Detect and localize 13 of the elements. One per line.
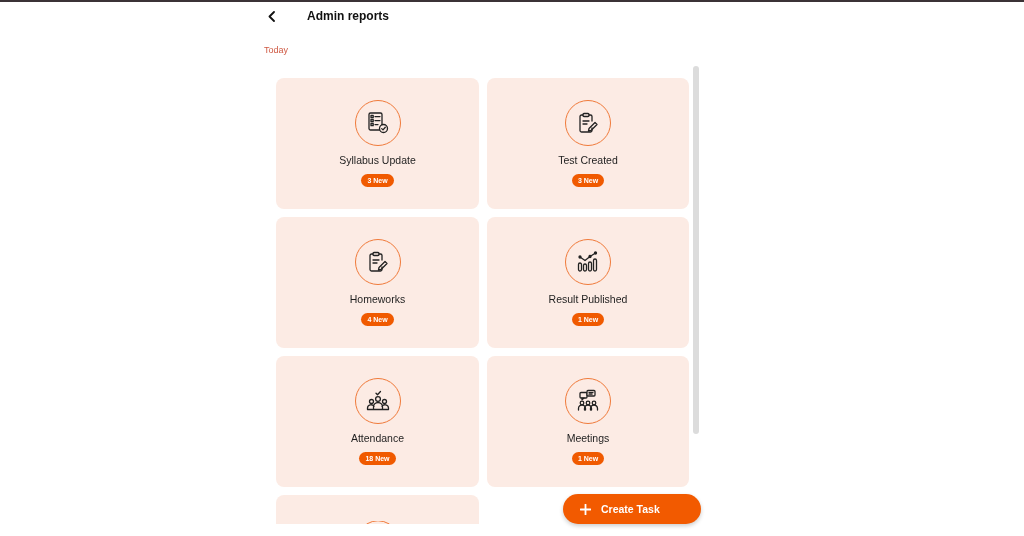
- card-title: Syllabus Update: [339, 154, 416, 166]
- card-title: Test Created: [558, 154, 618, 166]
- back-button[interactable]: [268, 10, 275, 22]
- section-label: Today: [264, 45, 289, 55]
- scrollbar-thumb[interactable]: [693, 66, 699, 434]
- card-title: Meetings: [566, 432, 610, 444]
- plus-icon: [580, 503, 591, 515]
- card-title: Homeworks: [349, 293, 406, 305]
- card-title: Attendance: [350, 432, 405, 444]
- chevron-left-icon: [268, 10, 275, 22]
- report-card[interactable]: [276, 495, 479, 524]
- card-title: Result Published: [548, 293, 628, 305]
- page-title: Admin reports: [307, 9, 389, 23]
